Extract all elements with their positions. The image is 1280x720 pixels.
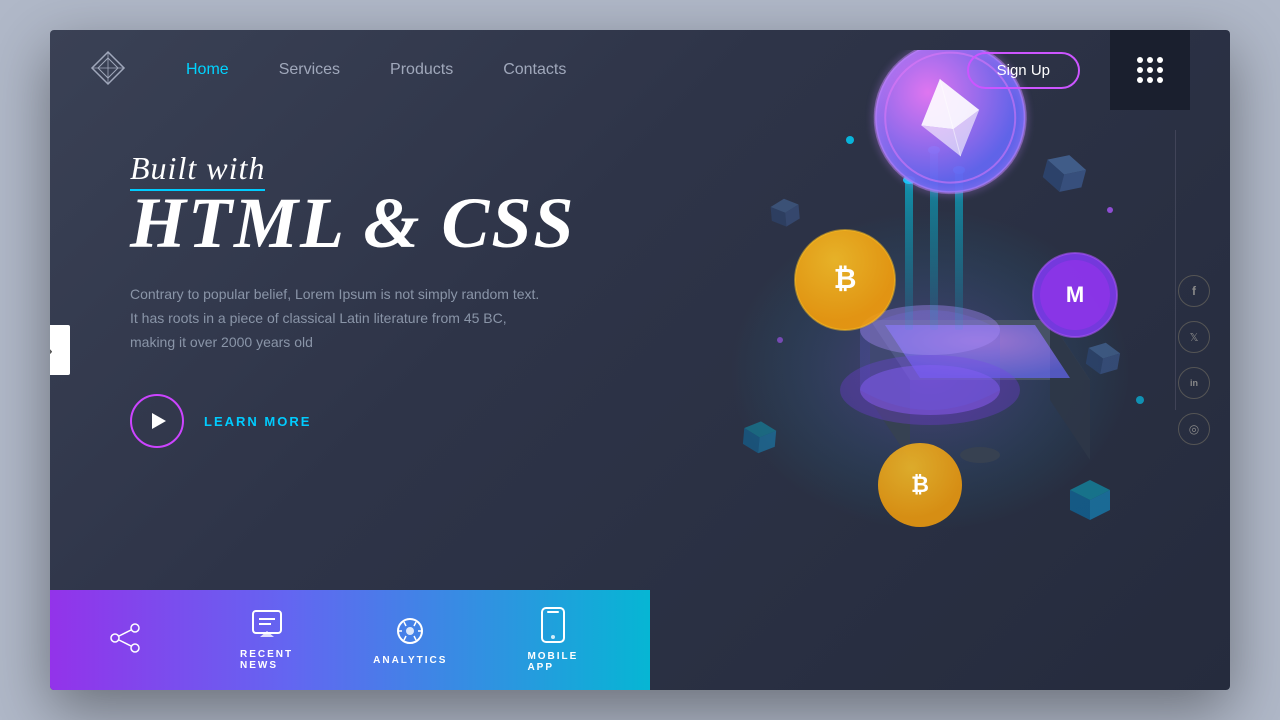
instagram-icon: ◎	[1189, 422, 1199, 437]
twitter-icon: 𝕏	[1190, 331, 1199, 344]
facebook-button[interactable]: f	[1178, 275, 1210, 307]
svg-text:M: M	[1066, 282, 1084, 307]
linkedin-icon: in	[1190, 378, 1198, 388]
bottom-bar: RECENT NEWS ANALYTICS	[50, 590, 650, 690]
hero-title: HTML & CSS	[130, 187, 659, 259]
instagram-button[interactable]: ◎	[1178, 413, 1210, 445]
bottom-item-analytics-label: ANALYTICS	[373, 655, 447, 666]
grid-dots-icon	[1137, 57, 1163, 83]
bottom-item-mobile-app[interactable]: MOBILE APP	[527, 607, 578, 673]
nav-link-contacts[interactable]: Contacts	[503, 61, 566, 79]
hero-content: Built with HTML & CSS Contrary to popula…	[50, 130, 699, 590]
hero-subtitle: Built with	[130, 150, 659, 187]
learn-more-label: LEARN MORE	[204, 414, 311, 429]
nav-link-products[interactable]: Products	[390, 61, 453, 79]
facebook-icon: f	[1192, 284, 1196, 298]
grid-menu-button[interactable]	[1110, 30, 1190, 110]
hero-description: Contrary to popular belief, Lorem Ipsum …	[130, 283, 550, 354]
bottom-item-recent-news[interactable]: RECENT NEWS	[240, 609, 293, 671]
bottom-item-mobile-label: MOBILE APP	[527, 651, 578, 673]
nav-links: Home Services Products Contacts	[186, 61, 967, 79]
signup-button[interactable]: Sign Up	[967, 52, 1080, 89]
twitter-button[interactable]: 𝕏	[1178, 321, 1210, 353]
navbar: Home Services Products Contacts Sign Up	[50, 30, 1230, 110]
main-container: Home Services Products Contacts Sign Up …	[50, 30, 1230, 690]
svg-text:₿: ₿	[911, 472, 929, 497]
play-icon	[152, 413, 166, 429]
hero-cta: LEARN MORE	[130, 394, 659, 448]
vertical-divider	[1175, 130, 1176, 410]
svg-text:₿: ₿	[834, 263, 857, 294]
nav-link-home[interactable]: Home	[186, 61, 229, 79]
bottom-section: RECENT NEWS ANALYTICS	[50, 590, 1230, 690]
bottom-item-news-label: RECENT NEWS	[240, 649, 293, 671]
nav-logo[interactable]	[90, 50, 186, 91]
share-icon-container[interactable]	[110, 623, 140, 658]
linkedin-button[interactable]: in	[1178, 367, 1210, 399]
nav-link-services[interactable]: Services	[279, 61, 340, 79]
main-wrapper: Home Services Products Contacts Sign Up …	[50, 30, 1230, 690]
bottom-item-analytics[interactable]: ANALYTICS	[373, 615, 447, 666]
hero-section: › Built with HTML & CSS Contrary to popu…	[50, 110, 1230, 590]
social-sidebar: f 𝕏 in ◎	[1178, 275, 1210, 445]
play-button[interactable]	[130, 394, 184, 448]
